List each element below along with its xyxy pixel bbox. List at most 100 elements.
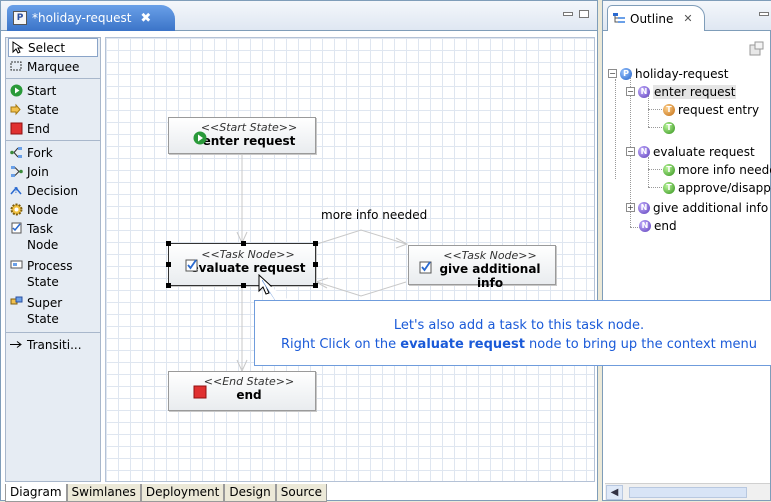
end-icon [10,122,23,135]
tree-item-transition[interactable]: T approve/disapprove [663,179,771,196]
scrollbar-thumb[interactable] [629,487,747,498]
palette-item-state[interactable]: State [6,100,100,119]
palette-item-label: Transiti... [27,337,82,352]
palette: Select Marquee Start State End Fork Join… [5,37,101,482]
palette-item-label: Task Node [27,222,59,252]
editor-tab-bar: P *holiday-request ✖ [1,1,597,31]
minimize-icon[interactable] [759,12,769,16]
tree-item-task[interactable]: T request entry [663,101,759,118]
tree-item-process[interactable]: − P holiday-request [608,65,728,82]
task-icon: T [663,103,675,116]
palette-item-label: Join [27,164,49,179]
tree-item-give-additional-info[interactable]: + N give additional info [626,199,768,216]
collapse-icon[interactable]: − [608,69,617,78]
selection-handle[interactable] [166,262,171,267]
end-state-node[interactable]: <<End State>> end [168,371,316,411]
palette-separator [6,140,100,141]
gear-icon [10,203,23,216]
palette-item-label: Fork [27,145,53,160]
palette-item-task-node[interactable]: Task Node [6,219,100,256]
tree-item-enter-request[interactable]: − N enter request [626,83,737,100]
outline-view: Outline ✕ − P holiday-request − N enter … [602,0,771,501]
start-state-node[interactable]: <<Start State>> enter request [168,117,316,154]
editor-tab-label: *holiday-request [32,11,132,25]
collapse-icon[interactable]: − [626,147,635,156]
palette-item-label: Decision [27,183,79,198]
process-icon: P [620,67,632,80]
diagram-canvas[interactable]: more info needed <<Start State>> enter r… [105,37,595,482]
outline-tab-label: Outline [630,11,674,26]
palette-item-label: End [27,121,50,136]
palette-item-super-state[interactable]: Super State [6,293,100,330]
selection-handle[interactable] [241,241,246,246]
selection-handle[interactable] [313,241,318,246]
selection-handle[interactable] [313,262,318,267]
selection-handle[interactable] [241,283,246,288]
svg-text:?: ? [14,186,18,195]
tree-item-end[interactable]: N end [639,217,677,234]
close-icon[interactable]: ✖ [140,11,151,26]
outline-toolbar-icon[interactable] [749,41,765,57]
tab-diagram[interactable]: Diagram [5,484,67,502]
tree-item-transition[interactable]: T [663,119,678,136]
expand-icon[interactable]: + [626,203,635,212]
selection-handle[interactable] [313,283,318,288]
palette-item-label: Select [28,40,66,55]
fork-icon [10,146,23,159]
palette-item-start[interactable]: Start [6,81,100,100]
end-icon [193,385,207,399]
palette-item-label: Marquee [27,59,80,74]
palette-item-marquee[interactable]: Marquee [6,57,100,76]
transition-icon: T [663,121,675,134]
maximize-icon[interactable] [579,10,589,18]
palette-item-select[interactable]: Select [8,38,98,57]
tree-item-evaluate-request[interactable]: − N evaluate request [626,143,755,160]
palette-item-process-state[interactable]: Process State [6,256,100,293]
tab-design[interactable]: Design [224,484,276,502]
palette-separator [6,78,100,79]
tab-deployment[interactable]: Deployment [140,484,225,502]
transition-label[interactable]: more info needed [321,208,427,222]
node-stereotype: <<End State>> [203,375,295,388]
tree-item-label: evaluate request [653,144,755,159]
tab-swimlanes[interactable]: Swimlanes [66,484,141,502]
tree-item-label: end [654,218,677,233]
node-icon: N [638,201,650,214]
palette-item-end[interactable]: End [6,119,100,138]
palette-item-node[interactable]: Node [6,200,100,219]
palette-item-join[interactable]: Join [6,162,100,181]
editor-tab[interactable]: P *holiday-request ✖ [7,5,175,31]
task-node-give-additional-info[interactable]: <<Task Node>> give additional info [408,245,556,290]
minimize-icon[interactable] [563,12,573,16]
palette-item-label: Start [27,83,57,98]
tab-source[interactable]: Source [275,484,327,502]
process-editor: P *holiday-request ✖ Select Marquee Star… [0,0,598,502]
node-icon: N [638,85,650,98]
tree-item-label: approve/disapprove [678,180,771,195]
palette-item-decision[interactable]: ? Decision [6,181,100,200]
callout-text: node to bring up the context menu [524,337,758,352]
transition-icon: T [663,163,675,176]
selection-handle[interactable] [166,283,171,288]
tree-item-label: enter request [653,84,737,99]
horizontal-scrollbar[interactable]: ◀ [605,483,770,500]
outline-tab[interactable]: Outline ✕ [607,5,705,31]
marquee-icon [10,60,23,73]
node-icon: N [639,219,651,232]
scroll-left-icon[interactable]: ◀ [606,485,623,500]
task-node-evaluate-request[interactable]: <<Task Node>> evaluate request [166,241,318,288]
callout-line-1: Let's also add a task to this task node. [393,318,645,333]
process-file-icon: P [13,11,27,25]
super-state-icon [10,295,23,308]
selection-handle[interactable] [166,241,171,246]
palette-item-transition[interactable]: Transiti... [6,335,100,354]
palette-item-label: Process State [27,259,73,289]
outline-icon [613,12,625,23]
palette-item-label: Super State [27,296,63,326]
node-stereotype: <<Start State>> [200,121,298,134]
palette-item-fork[interactable]: Fork [6,143,100,162]
tree-item-transition[interactable]: T more info needed [663,161,771,178]
join-icon [10,165,23,178]
collapse-icon[interactable]: − [626,87,635,96]
close-icon[interactable]: ✕ [683,12,692,25]
